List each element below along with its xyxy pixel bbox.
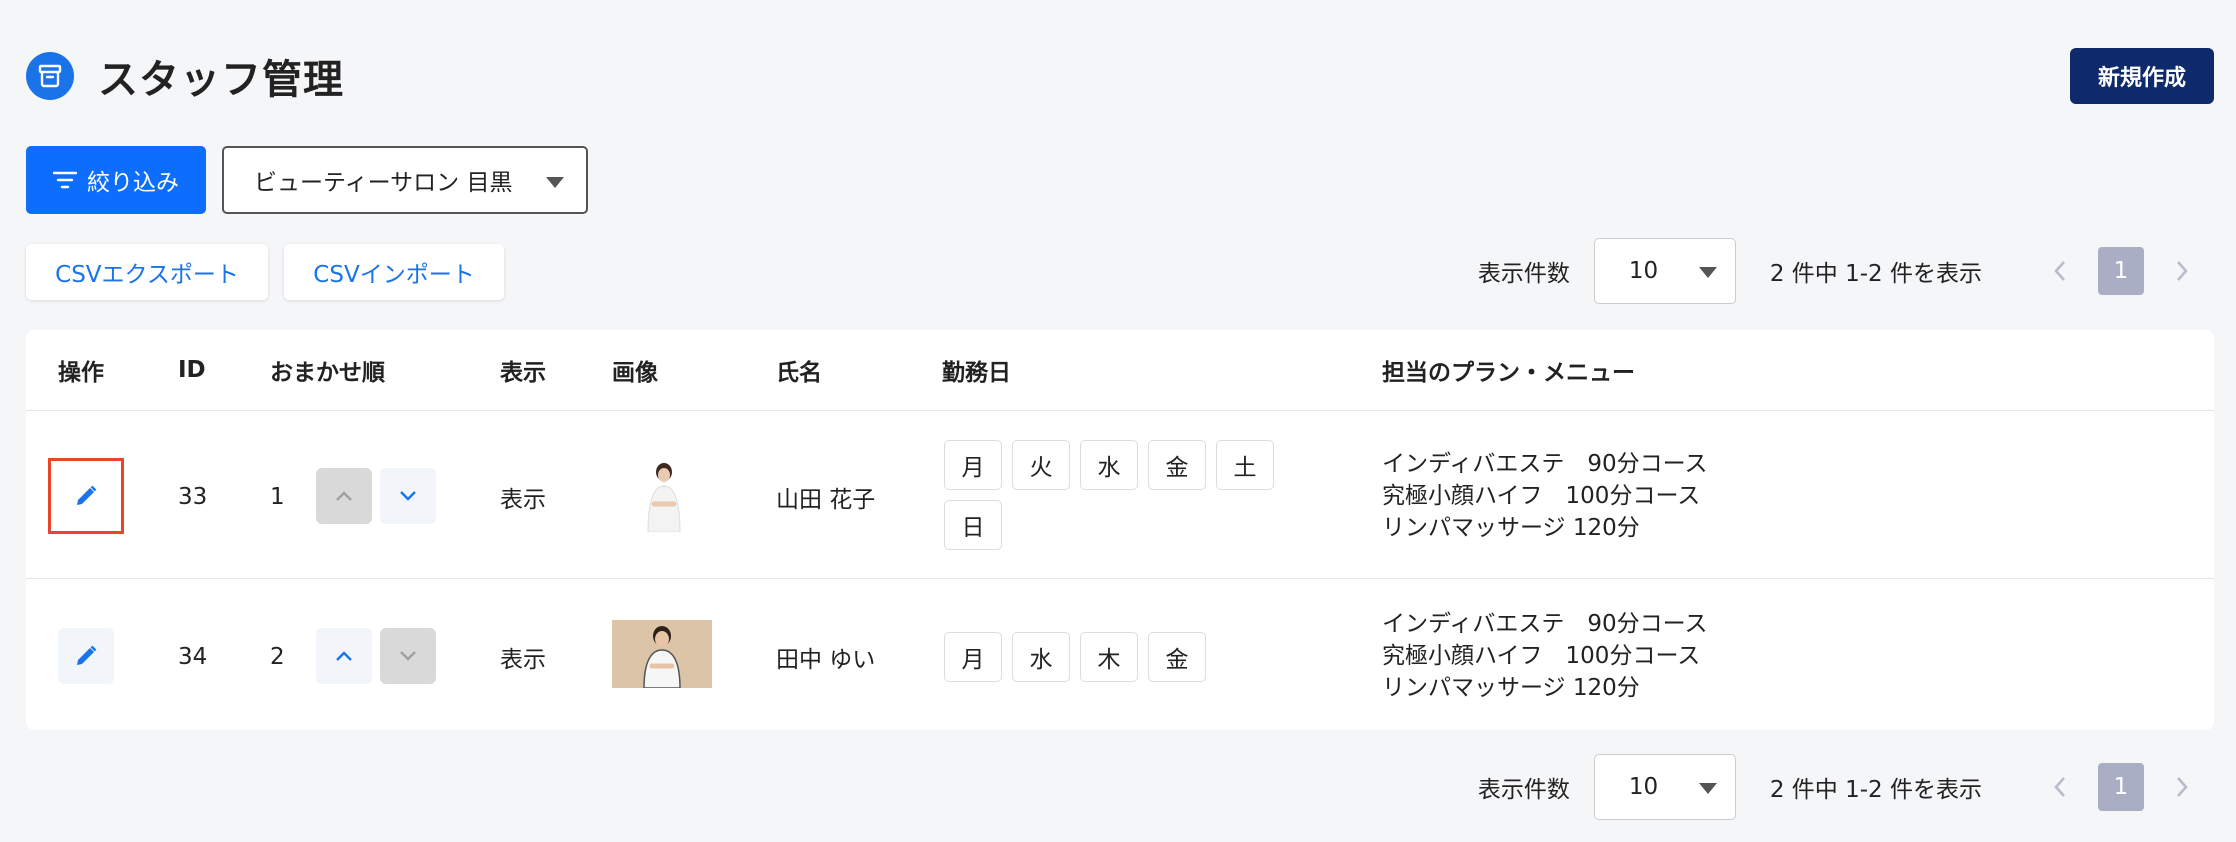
- chevron-up-icon: [336, 651, 352, 661]
- workday-chip: 月: [944, 440, 1002, 490]
- filter-row: 絞り込み ビューティーサロン 目黒: [26, 146, 588, 214]
- workday-chip: 木: [1080, 632, 1138, 682]
- column-header: 勤務日: [942, 360, 1011, 386]
- filter-button[interactable]: 絞り込み: [26, 146, 206, 214]
- pagination-bottom: 表示件数 10 2 件中 1-2 件を表示 1: [1478, 754, 2214, 820]
- per-page-label: 表示件数: [1477, 261, 1570, 287]
- csv-export-button[interactable]: CSVエクスポート: [26, 244, 268, 300]
- filter-icon: [53, 171, 77, 189]
- staff-photo: [612, 620, 712, 688]
- move-down-button[interactable]: [380, 468, 436, 524]
- caret-down-icon: [1698, 783, 1717, 794]
- column-header: おまかせ順: [270, 360, 385, 386]
- page-number[interactable]: 1: [2098, 247, 2144, 295]
- next-page-icon[interactable]: [2150, 763, 2214, 811]
- staff-photo: [634, 456, 694, 532]
- new-button[interactable]: 新規作成: [2070, 48, 2214, 104]
- menu-item: 究極小顔ハイフ 100分コース: [1382, 643, 1701, 669]
- menu-item: インディバエステ 90分コース: [1382, 611, 1708, 637]
- result-count: 2 件中 1-2 件を表示: [1769, 777, 1982, 803]
- page-nav: 1: [2028, 763, 2214, 811]
- per-page-value: 10: [1628, 774, 1659, 800]
- salon-select-value: ビューティーサロン 目黒: [254, 170, 513, 196]
- staff-name: 山田 花子: [776, 487, 876, 513]
- move-down-button[interactable]: [380, 628, 436, 684]
- menu-item: リンパマッサージ 120分: [1382, 515, 1640, 541]
- menu-item: リンパマッサージ 120分: [1382, 675, 1640, 701]
- menu-item: インディバエステ 90分コース: [1382, 451, 1708, 477]
- page-title: スタッフ管理: [98, 57, 344, 103]
- divider: [26, 578, 2214, 579]
- column-header: ID: [178, 357, 206, 383]
- column-header: 担当のプラン・メニュー: [1382, 360, 1635, 386]
- next-page-icon[interactable]: [2150, 247, 2214, 295]
- workday-chip: 月: [944, 632, 1002, 682]
- csv-import-button[interactable]: CSVインポート: [284, 244, 504, 300]
- page-header: スタッフ管理 新規作成: [26, 46, 2214, 106]
- edit-button[interactable]: [58, 628, 114, 684]
- staff-name: 田中 ゆい: [776, 647, 876, 673]
- column-header: 氏名: [776, 360, 822, 386]
- pencil-icon: [77, 485, 97, 505]
- divider: [26, 410, 2214, 411]
- pagination-top: 表示件数 10 2 件中 1-2 件を表示 1: [1478, 238, 2214, 304]
- per-page-select[interactable]: 10: [1593, 238, 1736, 304]
- staff-order: 1: [270, 484, 285, 510]
- column-header: 画像: [612, 360, 658, 386]
- archive-icon: [26, 52, 74, 100]
- workday-chip: 水: [1012, 632, 1070, 682]
- chevron-up-icon: [336, 491, 352, 501]
- workday-chip: 火: [1012, 440, 1070, 490]
- workday-chip: 水: [1080, 440, 1138, 490]
- staff-id: 34: [178, 644, 208, 670]
- column-header: 操作: [58, 360, 104, 386]
- filter-button-label: 絞り込み: [87, 170, 179, 196]
- move-up-button[interactable]: [316, 628, 372, 684]
- chevron-down-icon: [400, 491, 416, 501]
- workday-chip: 日: [944, 500, 1002, 550]
- page-number[interactable]: 1: [2098, 763, 2144, 811]
- workday-chip: 土: [1216, 440, 1274, 490]
- caret-down-icon: [1698, 267, 1717, 278]
- chevron-down-icon: [400, 651, 416, 661]
- column-header: 表示: [500, 360, 546, 386]
- result-count: 2 件中 1-2 件を表示: [1769, 261, 1982, 287]
- caret-down-icon: [546, 177, 564, 188]
- prev-page-icon[interactable]: [2028, 763, 2092, 811]
- page-nav: 1: [2028, 247, 2214, 295]
- workday-chip: 金: [1148, 632, 1206, 682]
- per-page-label: 表示件数: [1477, 777, 1570, 803]
- prev-page-icon[interactable]: [2028, 247, 2092, 295]
- csv-actions: CSVエクスポート CSVインポート: [26, 244, 504, 300]
- staff-id: 33: [178, 484, 208, 510]
- menu-item: 究極小顔ハイフ 100分コース: [1382, 483, 1701, 509]
- edit-button[interactable]: [58, 468, 114, 524]
- per-page-value: 10: [1628, 258, 1659, 284]
- staff-order: 2: [270, 644, 285, 670]
- visibility-status: 表示: [500, 487, 546, 513]
- pencil-icon: [77, 645, 97, 665]
- visibility-status: 表示: [500, 647, 546, 673]
- workday-chip: 金: [1148, 440, 1206, 490]
- salon-select[interactable]: ビューティーサロン 目黒: [222, 146, 588, 214]
- staff-table: 操作 ID おまかせ順 表示 画像 氏名 勤務日 担当のプラン・メニュー 33 …: [26, 330, 2214, 730]
- per-page-select[interactable]: 10: [1593, 754, 1736, 820]
- move-up-button[interactable]: [316, 468, 372, 524]
